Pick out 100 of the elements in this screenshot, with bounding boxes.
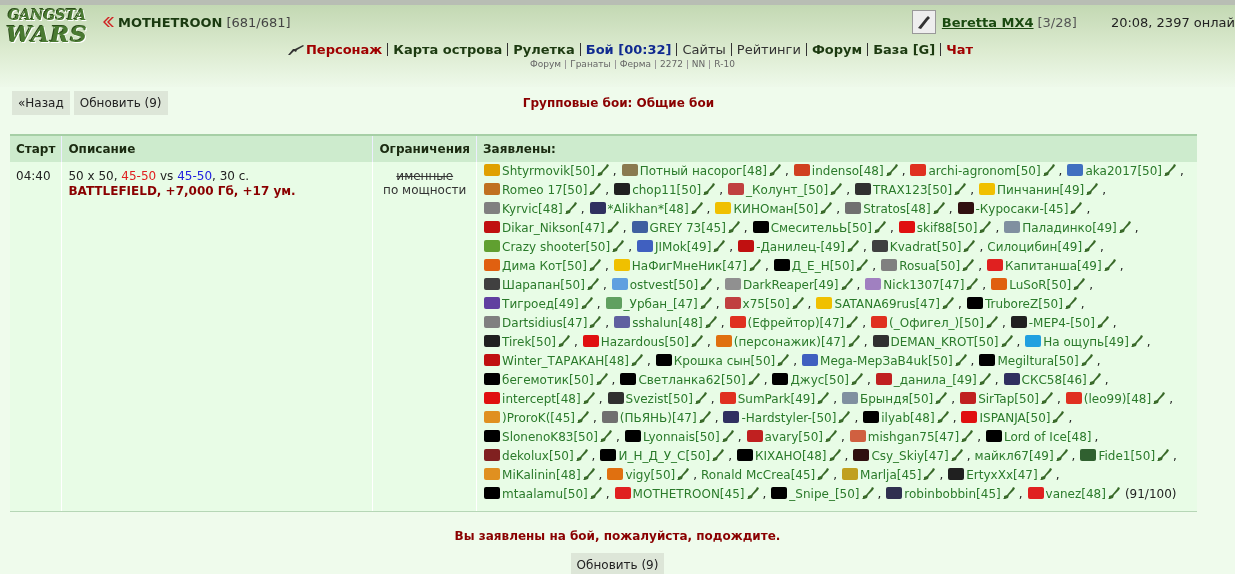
sub-nav-link[interactable]: Форум <box>526 60 566 69</box>
player-link[interactable]: Nick1307[47] <box>883 278 965 292</box>
player-link[interactable]: Shtyrmovik[50] <box>502 164 595 178</box>
player-link[interactable]: -Куросаки-[45] <box>975 202 1069 216</box>
player-link[interactable]: Kyrvic[48] <box>502 202 563 216</box>
player-link[interactable]: СКС58[46] <box>1021 373 1087 387</box>
nav-link[interactable]: База [G] <box>867 43 941 56</box>
player-link[interactable]: mtaalamu[50] <box>502 487 588 501</box>
player-link[interactable]: майкл67[49] <box>974 449 1054 463</box>
player-link[interactable]: КИНОман[50] <box>733 202 819 216</box>
player-link[interactable]: SumPark[49] <box>737 392 816 406</box>
player-link[interactable]: Dikar_Nikson[47] <box>502 221 605 235</box>
player-link[interactable]: -МЕР4-[50] <box>1028 316 1095 330</box>
nav-link[interactable]: Рейтинги <box>730 43 806 56</box>
player-link[interactable]: Шарапан[50] <box>502 278 585 292</box>
player-link[interactable]: КIХАНО[48] <box>754 449 827 463</box>
refresh-button[interactable]: Обновить (9) <box>73 91 168 115</box>
player-link[interactable]: И_Н_Д_У_С[50] <box>618 449 711 463</box>
player-link[interactable]: SATANA69rus[47] <box>834 297 941 311</box>
player-link[interactable]: DarkReaper[49] <box>742 278 839 292</box>
player-link[interactable]: Джус[50] <box>790 373 849 387</box>
nav-link[interactable]: Чат <box>940 43 979 56</box>
player-link[interactable]: Ronald McCrea[45] <box>701 468 816 482</box>
player-link[interactable]: Д_Е_Н[50] <box>791 259 855 273</box>
player-link[interactable]: Паладинко[49] <box>1022 221 1117 235</box>
weapon-link[interactable]: Beretta MX4 <box>941 14 1034 30</box>
player-link[interactable]: Hazardous[50] <box>600 335 689 349</box>
refresh-button[interactable]: Обновить (9) <box>570 553 665 574</box>
player-link[interactable]: Потный насорог[48] <box>639 164 767 178</box>
nav-link[interactable]: Сайты <box>676 43 731 56</box>
player-link[interactable]: Дима Кот[50] <box>502 259 587 273</box>
nav-link[interactable]: Персонаж <box>305 43 388 56</box>
player-link[interactable]: _Урбан_[47] <box>623 297 698 311</box>
player-link[interactable]: _Snipe_[50] <box>789 487 860 501</box>
player-link[interactable]: Winter_ТАРАКАН[48] <box>502 354 629 368</box>
player-link[interactable]: Тигроед[49] <box>502 297 579 311</box>
player-link[interactable]: ilyab[48] <box>881 411 935 425</box>
sub-nav-link[interactable]: R-10 <box>709 60 739 69</box>
player-link[interactable]: Силоцибин[49] <box>987 240 1083 254</box>
player-link[interactable]: TRAX123[50] <box>873 183 953 197</box>
player-link[interactable]: SlonenoK83[50] <box>502 430 599 444</box>
player-link[interactable]: skif88[50] <box>916 221 978 235</box>
player-link[interactable]: Капитанша[49] <box>1004 259 1102 273</box>
player-link[interactable]: (_Офигел_)[50] <box>889 316 984 330</box>
player-link[interactable]: Пинчанин[49] <box>997 183 1085 197</box>
player-link[interactable]: ErtyxXx[47] <box>966 468 1038 482</box>
player-link[interactable]: Tirek[50] <box>502 335 556 349</box>
sub-nav-link[interactable]: 2272 <box>654 60 687 69</box>
player-link[interactable]: Megiltura[50] <box>997 354 1079 368</box>
player-link[interactable]: Брындя[50] <box>860 392 934 406</box>
sub-nav-link[interactable]: NN <box>686 60 710 69</box>
player-link[interactable]: aka2017[50] <box>1085 164 1163 178</box>
player-link[interactable]: (ПЬЯНЬ)[47] <box>619 411 697 425</box>
player-link[interactable]: Crazy shooter[50] <box>502 240 611 254</box>
player-link[interactable]: На ощупь[49] <box>1043 335 1129 349</box>
player-link[interactable]: (Ефрейтор)[47] <box>747 316 845 330</box>
nav-link[interactable]: Рулетка <box>507 43 580 56</box>
player-link[interactable]: MiKalinin[48] <box>502 468 581 482</box>
player-link[interactable]: Dartsidius[47] <box>502 316 588 330</box>
player-link[interactable]: Csy_Skiy[47] <box>871 449 949 463</box>
player-link[interactable]: Lyonnais[50] <box>642 430 720 444</box>
player-link[interactable]: Fide1[50] <box>1098 449 1156 463</box>
player-link[interactable]: SirTap[50] <box>978 392 1039 406</box>
back-button[interactable]: «Назад <box>12 91 70 115</box>
player-name[interactable]: MOTHETROON <box>118 14 223 30</box>
player-link[interactable]: intercept[48] <box>502 392 581 406</box>
player-link[interactable]: Mega-МерЗаВ4uk[50] <box>820 354 953 368</box>
player-link[interactable]: Marlja[45] <box>860 468 922 482</box>
player-link[interactable]: vanez[48] <box>1045 487 1106 501</box>
player-link[interactable]: JIMok[49] <box>654 240 712 254</box>
player-link[interactable]: (персонажик)[47] <box>733 335 846 349</box>
player-link[interactable]: mishgan75[47] <box>867 430 960 444</box>
player-link[interactable]: ostvest[50] <box>629 278 699 292</box>
player-link[interactable]: chop11[50] <box>632 183 702 197</box>
player-link[interactable]: TruboreZ[50] <box>984 297 1063 311</box>
player-link[interactable]: Крошка сын[50] <box>673 354 776 368</box>
nav-link[interactable]: Бой [00:32] <box>579 43 677 56</box>
player-link[interactable]: СмесительЬ[50] <box>770 221 872 235</box>
player-link[interactable]: Stratos[48] <box>863 202 931 216</box>
player-link[interactable]: vigy[50] <box>625 468 676 482</box>
player-link[interactable]: Svezist[50] <box>625 392 693 406</box>
player-link[interactable]: x75[50] <box>742 297 790 311</box>
sub-nav-link[interactable]: Ферма <box>614 60 655 69</box>
sub-nav-link[interactable]: Гранаты <box>565 60 615 69</box>
player-link[interactable]: Romeo 17[50] <box>502 183 588 197</box>
player-link[interactable]: indenso[48] <box>811 164 884 178</box>
player-link[interactable]: _данила_[49] <box>893 373 977 387</box>
player-link[interactable]: НаФигМнеНик[47] <box>631 259 747 273</box>
player-link[interactable]: Rosua[50] <box>899 259 961 273</box>
player-link[interactable]: avary[50] <box>764 430 823 444</box>
player-link[interactable]: Lord of Ice[48] <box>1004 430 1092 444</box>
nav-link[interactable]: Карта острова <box>387 43 508 56</box>
player-link[interactable]: -Hardstyler-[50] <box>741 411 837 425</box>
player-link[interactable]: sshalun[48] <box>632 316 703 330</box>
player-link[interactable]: robinbobbin[45] <box>904 487 1001 501</box>
player-link[interactable]: LuSoR[50] <box>1009 278 1072 292</box>
player-link[interactable]: *Alikhan*[48] <box>607 202 689 216</box>
weapon-slot[interactable] <box>911 10 936 34</box>
player-link[interactable]: Светланка62[50] <box>638 373 746 387</box>
player-link[interactable]: -Данилец-[49] <box>756 240 846 254</box>
